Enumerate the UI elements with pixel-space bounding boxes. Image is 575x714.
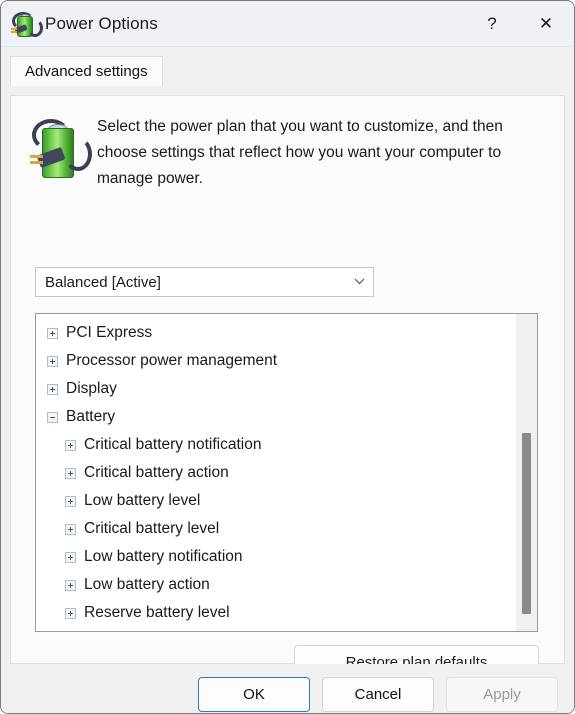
- expand-plus-icon[interactable]: [47, 355, 58, 367]
- tree-item[interactable]: Critical battery level: [36, 515, 515, 543]
- tree-item-label: Low battery action: [84, 576, 210, 593]
- tree-item-label: Low battery level: [84, 492, 201, 509]
- tab-advanced-settings[interactable]: Advanced settings: [10, 56, 163, 86]
- expand-plus-icon[interactable]: [65, 439, 76, 451]
- header-row: Select the power plan that you want to c…: [11, 96, 564, 192]
- expand-plus-icon[interactable]: [65, 467, 76, 479]
- tree-item-label: Processor power management: [66, 352, 278, 369]
- chevron-down-icon: [345, 276, 373, 288]
- ok-button[interactable]: OK: [198, 676, 310, 712]
- tree-item[interactable]: PCI Express: [36, 319, 515, 347]
- apply-label: Apply: [483, 685, 521, 703]
- expand-plus-icon[interactable]: [65, 495, 76, 507]
- tree-item[interactable]: Battery: [36, 403, 515, 431]
- expand-plus-icon[interactable]: [65, 579, 76, 591]
- power-options-window: Power Options ? ✕ Advanced settings Sele…: [0, 0, 575, 714]
- tree-items: PCI Express Processor power management Dis…: [36, 319, 515, 627]
- expand-plus-icon[interactable]: [65, 607, 76, 619]
- scrollbar-thumb[interactable]: [522, 433, 531, 614]
- tree-item-label: Display: [66, 380, 117, 397]
- dialog-footer: OK Cancel Apply: [1, 664, 574, 713]
- ok-label: OK: [243, 685, 265, 703]
- tree-item-label: Low battery notification: [84, 548, 243, 565]
- tree-item-label: Battery: [66, 408, 116, 425]
- expand-plus-icon[interactable]: [65, 523, 76, 535]
- tree-item[interactable]: Processor power management: [36, 347, 515, 375]
- close-icon[interactable]: ✕: [518, 1, 574, 46]
- tree-item[interactable]: Critical battery action: [36, 459, 515, 487]
- power-plan-select[interactable]: Balanced [Active]: [35, 267, 374, 297]
- power-plug-battery-icon: [11, 11, 43, 37]
- advanced-settings-panel: Select the power plan that you want to c…: [10, 95, 565, 679]
- cancel-button[interactable]: Cancel: [322, 676, 434, 712]
- expand-plus-icon[interactable]: [47, 383, 58, 395]
- window-title: Power Options: [45, 13, 158, 33]
- title-bar: Power Options ? ✕: [1, 1, 574, 47]
- expand-plus-icon[interactable]: [65, 551, 76, 563]
- vertical-scrollbar[interactable]: [515, 314, 537, 631]
- tab-label: Advanced settings: [25, 63, 148, 80]
- tree-item[interactable]: Display: [36, 375, 515, 403]
- advanced-settings-tree[interactable]: PCI Express Processor power management Dis…: [35, 313, 538, 632]
- help-icon[interactable]: ?: [466, 1, 518, 46]
- tree-item-label: PCI Express: [66, 324, 153, 341]
- power-plan-value: Balanced [Active]: [45, 273, 161, 291]
- tree-item[interactable]: Low battery notification: [36, 543, 515, 571]
- tree-item-label: Critical battery level: [84, 520, 220, 537]
- tree-item-label: Critical battery notification: [84, 436, 262, 453]
- apply-button: Apply: [446, 676, 558, 712]
- expand-plus-icon[interactable]: [47, 327, 58, 339]
- tree-item-label: Reserve battery level: [84, 604, 230, 621]
- cancel-label: Cancel: [354, 685, 402, 703]
- tree-item[interactable]: Critical battery notification: [36, 431, 515, 459]
- tree-item[interactable]: Reserve battery level: [36, 599, 515, 627]
- dialog-description: Select the power plan that you want to c…: [97, 118, 503, 187]
- power-plug-battery-icon: [29, 116, 92, 182]
- client-area: Advanced settings Select the power plan …: [1, 56, 574, 713]
- caption-buttons: ? ✕: [466, 1, 574, 46]
- tab-strip: Advanced settings: [10, 56, 565, 86]
- tree-item-label: Critical battery action: [84, 464, 229, 481]
- tree-item[interactable]: Low battery action: [36, 571, 515, 599]
- collapse-minus-icon[interactable]: [47, 411, 58, 423]
- tree-item[interactable]: Low battery level: [36, 487, 515, 515]
